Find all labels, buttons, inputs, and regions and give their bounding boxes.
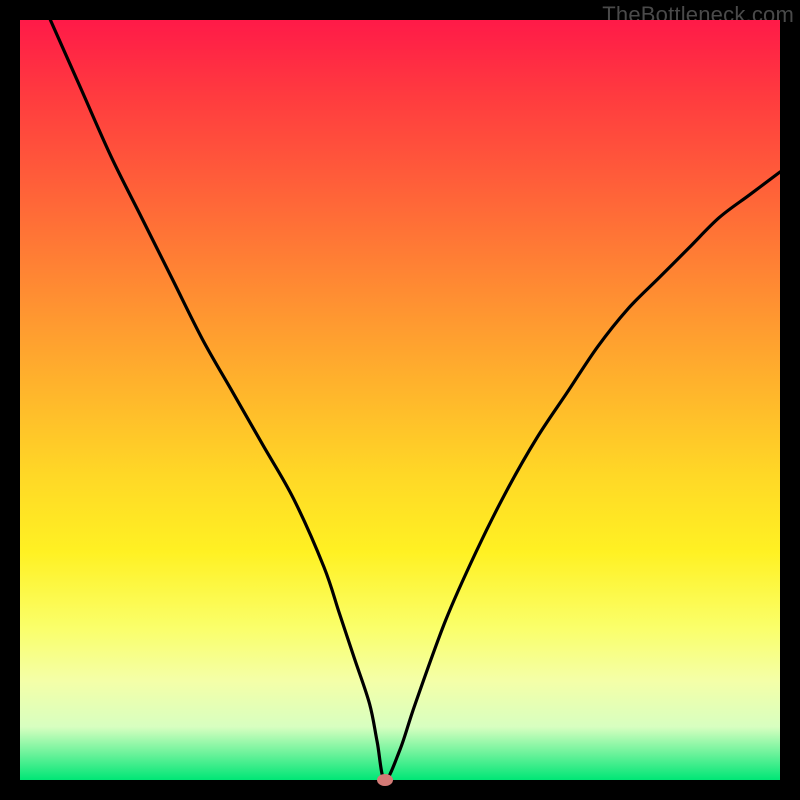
plot-area — [20, 20, 780, 780]
optimum-marker — [377, 774, 393, 786]
bottleneck-curve — [20, 20, 780, 780]
curve-path — [50, 20, 780, 780]
chart-frame: TheBottleneck.com — [0, 0, 800, 800]
